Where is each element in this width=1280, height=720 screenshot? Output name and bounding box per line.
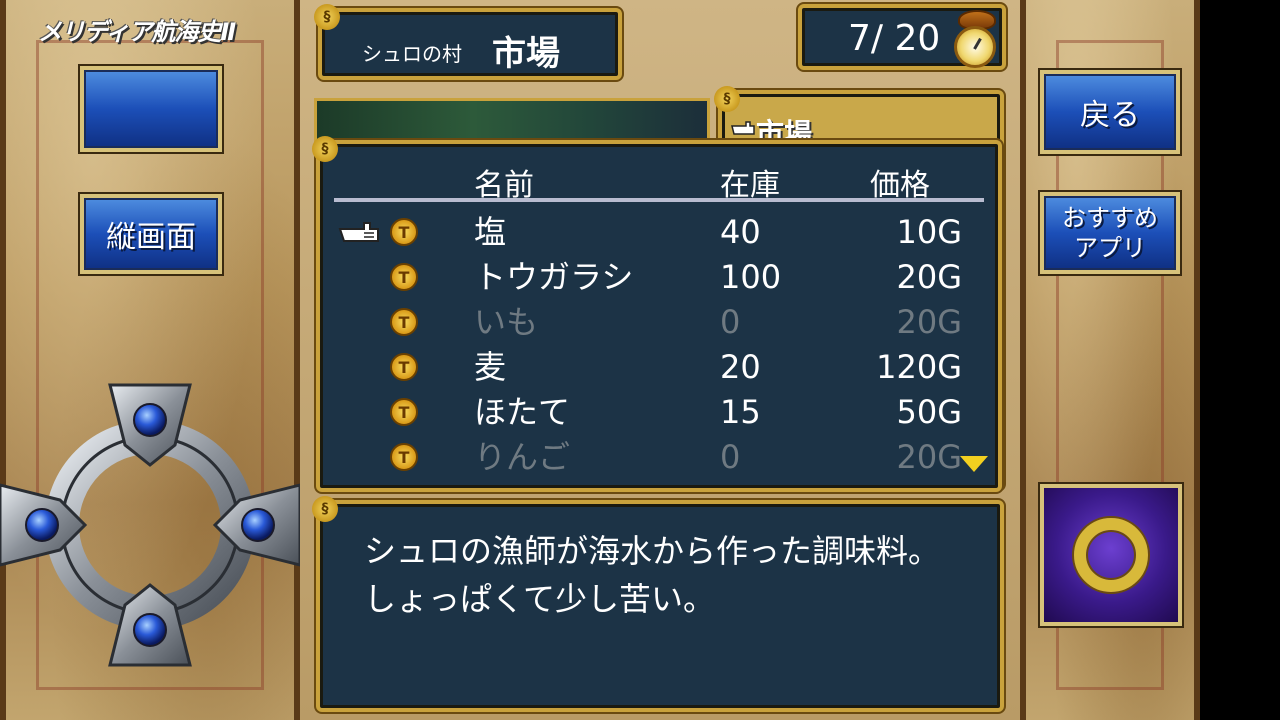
day-counter: 7/ 20 — [798, 4, 1006, 70]
item-description-panel: § シュロの漁師が海水から作った調味料。 しょっぱくて少し苦い。 — [312, 496, 1004, 712]
scene-image — [314, 98, 710, 146]
coin-icon: T — [390, 398, 418, 426]
recommended-apps-button[interactable]: おすすめ アプリ — [1040, 192, 1180, 274]
item-stock: 0 — [720, 303, 741, 341]
item-price: 20G — [896, 438, 962, 476]
pointing-hand-icon — [731, 121, 755, 135]
item-name: りんご — [474, 438, 571, 476]
goods-row[interactable]: T 塩 40 10G — [320, 210, 998, 255]
recommend-label-line1: おすすめ — [1062, 204, 1158, 232]
corner-ornament-icon: § — [714, 86, 740, 112]
item-name: 塩 — [474, 213, 507, 251]
item-price: 20G — [896, 258, 962, 296]
item-price: 20G — [896, 303, 962, 341]
day-count: 7/ 20 — [848, 18, 941, 59]
coin-icon: T — [390, 443, 418, 471]
selection-cursor-hand-icon — [338, 222, 379, 242]
item-name: トウガラシ — [474, 258, 634, 296]
item-name: いも — [474, 303, 539, 341]
pocket-watch-icon — [954, 26, 996, 68]
coin-icon: T — [390, 308, 418, 336]
dpad[interactable] — [0, 375, 300, 675]
recommend-label-line2: アプリ — [1074, 234, 1146, 262]
item-price: 50G — [896, 393, 962, 431]
corner-ornament-icon: § — [312, 136, 338, 162]
item-stock: 0 — [720, 438, 741, 476]
back-button[interactable]: 戻る — [1040, 70, 1180, 154]
game-logo: メリディア航海史Ⅱ — [38, 18, 236, 46]
description-line: しょっぱくて少し苦い。 — [364, 580, 716, 618]
location-header: § シュロの村 市場 — [314, 4, 622, 80]
item-price: 10G — [896, 213, 962, 251]
goods-row[interactable]: T 麦 20 120G — [320, 345, 998, 390]
goods-list-panel: § 名前 在庫 価格 T 塩 40 10G T トウガラシ 100 20G T … — [312, 136, 1002, 492]
item-stock: 20 — [720, 348, 761, 386]
screen-edge — [1200, 0, 1280, 720]
coin-icon: T — [390, 218, 418, 246]
description-line: シュロの漁師が海水から作った調味料。 — [364, 532, 941, 570]
item-stock: 100 — [720, 258, 782, 296]
corner-ornament-icon: § — [312, 496, 338, 522]
coin-icon: T — [390, 263, 418, 291]
portrait-mode-button[interactable]: 縦画面 — [80, 194, 222, 274]
item-price: 120G — [876, 348, 962, 386]
coin-icon: T — [390, 353, 418, 381]
blank-button[interactable] — [80, 66, 222, 152]
goods-row[interactable]: T ほたて 15 50G — [320, 390, 998, 435]
corner-ornament-icon: § — [314, 4, 340, 30]
goods-row[interactable]: T いも 0 20G — [320, 300, 998, 345]
item-stock: 15 — [720, 393, 761, 431]
item-name: 麦 — [474, 348, 507, 386]
village-name: シュロの村 — [362, 42, 462, 66]
facility-name: 市場 — [492, 34, 560, 74]
header-divider — [334, 198, 984, 202]
o-ring-icon — [1074, 518, 1148, 592]
goods-row[interactable]: T トウガラシ 100 20G — [320, 255, 998, 300]
item-name: ほたて — [474, 393, 571, 431]
item-stock: 40 — [720, 213, 761, 251]
scroll-down-arrow-icon[interactable] — [960, 456, 988, 472]
goods-row[interactable]: T りんご 0 20G — [320, 435, 998, 480]
confirm-button[interactable] — [1040, 484, 1182, 626]
